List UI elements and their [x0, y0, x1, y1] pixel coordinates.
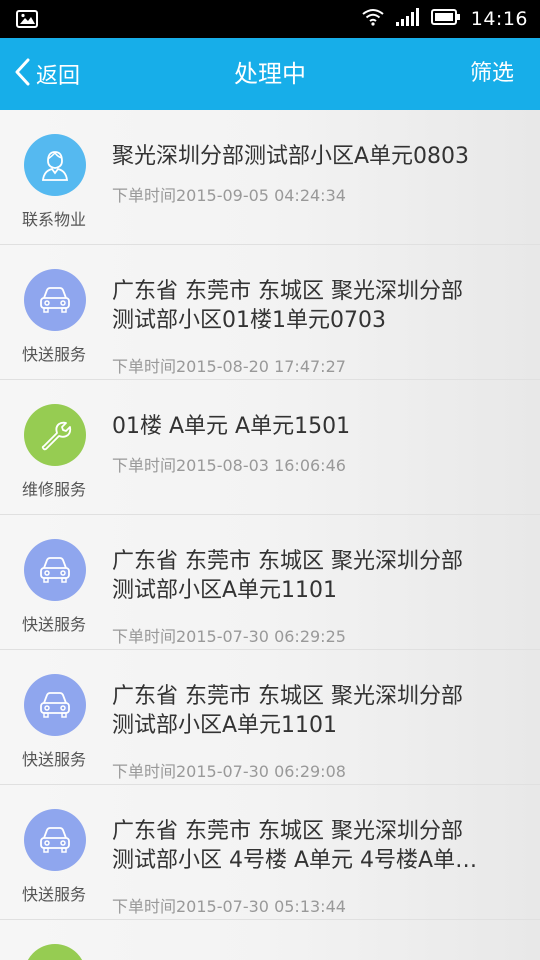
- order-date: 下单时间2015-07-30 06:29:08: [112, 762, 346, 781]
- car-icon: [24, 809, 86, 871]
- order-address: 广东省 东莞市 东城区 聚光深圳分部 测试部小区 4号楼 A单元 4号楼A单…: [112, 819, 478, 873]
- page-title: 处理中: [234, 60, 306, 88]
- chevron-left-icon: [14, 58, 30, 90]
- list-item[interactable]: 快送服务 广东省 东莞市 东城区 聚光深圳分部 测试部小区 4号楼 A单元 4号…: [0, 785, 540, 920]
- status-bar: 14:16: [0, 0, 540, 38]
- list-item[interactable]: 快送服务 广东省 东莞市 东城区 聚光深圳分部 测试部小区01楼1单元0703 …: [0, 245, 540, 380]
- nav-bar: 返回 处理中 筛选: [0, 38, 540, 110]
- service-icon: [24, 944, 86, 960]
- back-button[interactable]: 返回: [14, 38, 80, 110]
- order-date: 下单时间2015-08-20 17:47:27: [112, 357, 346, 376]
- order-address: 广东省 东莞市 东城区 聚光深圳分部 测试部小区01楼1单元0703: [112, 279, 463, 333]
- back-label: 返回: [36, 64, 81, 89]
- order-address: 广东省 东莞市 东城区 聚光深圳分部 测试部小区A单元1101: [112, 549, 463, 603]
- filter-button[interactable]: 筛选: [470, 38, 514, 110]
- car-icon: [24, 269, 86, 331]
- service-type: 联系物业: [21, 210, 86, 229]
- list-item[interactable]: 快送服务 广东省 东莞市 东城区 聚光深圳分部 测试部小区A单元1101 下单时…: [0, 515, 540, 650]
- order-address: 01楼 A单元 A单元1501: [112, 414, 351, 439]
- list-item[interactable]: 维修服务 01楼 A单元 A单元1501 下单时间2015-08-03 16:0…: [0, 380, 540, 515]
- wrench-icon: [24, 404, 86, 466]
- order-list[interactable]: 联系物业 聚光深圳分部测试部小区A单元0803 下单时间2015-09-05 0…: [0, 110, 540, 960]
- order-date: 下单时间2015-08-03 16:06:46: [112, 456, 346, 475]
- service-type: 维修服务: [21, 480, 86, 499]
- wifi-icon: [361, 8, 385, 30]
- service-type: 快送服务: [21, 750, 86, 769]
- clock: 14:16: [470, 8, 528, 30]
- list-item[interactable]: 联系物业 聚光深圳分部测试部小区A单元0803 下单时间2015-09-05 0…: [0, 110, 540, 245]
- service-type: 快送服务: [21, 345, 86, 364]
- car-icon: [24, 539, 86, 601]
- order-date: 下单时间2015-09-05 04:24:34: [112, 186, 346, 205]
- person-icon: [24, 134, 86, 196]
- battery-icon: [430, 8, 461, 30]
- list-item[interactable]: [0, 920, 540, 960]
- order-address: 广东省 东莞市 东城区 聚光深圳分部 测试部小区A单元1101: [112, 684, 463, 738]
- order-address: 聚光深圳分部测试部小区A单元0803: [112, 144, 470, 169]
- order-date: 下单时间2015-07-30 05:13:44: [112, 897, 346, 916]
- service-type: 快送服务: [21, 885, 86, 904]
- order-date: 下单时间2015-07-30 06:29:25: [112, 627, 346, 646]
- gallery-notification-icon: [16, 9, 38, 33]
- signal-icon: [395, 8, 421, 30]
- car-icon: [24, 674, 86, 736]
- list-item[interactable]: 快送服务 广东省 东莞市 东城区 聚光深圳分部 测试部小区A单元1101 下单时…: [0, 650, 540, 785]
- service-type: 快送服务: [21, 615, 86, 634]
